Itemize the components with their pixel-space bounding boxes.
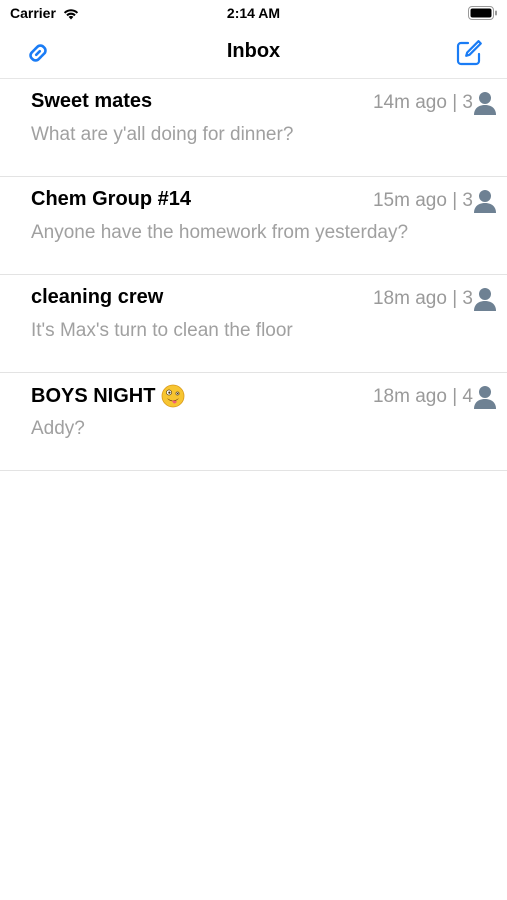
status-time: 2:14 AM xyxy=(226,5,281,21)
person-icon xyxy=(474,288,496,311)
page-title: Inbox xyxy=(226,40,281,62)
status-bar: Carrier 2:14 AM xyxy=(0,0,507,28)
thread-meta: 18m ago | 3 xyxy=(373,286,497,312)
person-icon xyxy=(474,92,496,115)
compose-icon xyxy=(456,40,482,66)
thread-meta: 14m ago | 3 xyxy=(373,90,497,116)
thread-time: 18m ago xyxy=(372,386,447,407)
thread-title: BOYS NIGHT xyxy=(31,384,185,408)
thread-row[interactable]: Chem Group #14 15m ago | 3 Anyone have t… xyxy=(0,177,507,275)
compose-button[interactable] xyxy=(453,37,485,69)
thread-time: 15m ago xyxy=(372,190,447,211)
battery-icon xyxy=(468,6,497,20)
thread-preview: Addy? xyxy=(31,418,85,439)
member-count: 3 xyxy=(462,190,473,211)
thread-title-text: Chem Group #14 xyxy=(31,188,192,210)
navigation-bar: Inbox xyxy=(0,28,507,79)
member-count: 4 xyxy=(462,386,473,407)
member-count: 3 xyxy=(462,92,473,113)
thread-meta: 15m ago | 3 xyxy=(373,188,497,214)
thread-list: Sweet mates 14m ago | 3 What are y'all d… xyxy=(0,79,507,471)
thread-preview: It's Max's turn to clean the floor xyxy=(31,320,293,341)
thread-title: Chem Group #14 xyxy=(31,188,191,211)
meta-separator: | xyxy=(452,92,458,113)
thread-title: Sweet mates xyxy=(31,90,152,113)
thread-time: 18m ago xyxy=(372,288,447,309)
thread-title-text: BOYS NIGHT xyxy=(31,384,156,407)
meta-separator: | xyxy=(452,288,458,309)
thread-meta: 18m ago | 4 xyxy=(373,384,497,410)
meta-separator: | xyxy=(452,190,458,211)
member-count: 3 xyxy=(462,288,473,309)
thread-preview: What are y'all doing for dinner? xyxy=(31,124,294,145)
thread-title-text: cleaning crew xyxy=(31,286,164,308)
person-icon xyxy=(474,386,496,409)
thread-row[interactable]: Sweet mates 14m ago | 3 What are y'all d… xyxy=(0,79,507,177)
thread-title: cleaning crew xyxy=(31,286,163,309)
thread-row[interactable]: BOYS NIGHT 18m ago | 4 Addy? xyxy=(0,373,507,471)
zany-face-emoji-icon xyxy=(162,384,185,408)
thread-preview: Anyone have the homework from yesterday? xyxy=(31,222,409,243)
thread-time: 14m ago xyxy=(372,92,447,113)
meta-separator: | xyxy=(452,386,458,407)
person-icon xyxy=(474,190,496,213)
thread-title-text: Sweet mates xyxy=(31,90,153,112)
thread-row[interactable]: cleaning crew 18m ago | 3 It's Max's tur… xyxy=(0,275,507,373)
